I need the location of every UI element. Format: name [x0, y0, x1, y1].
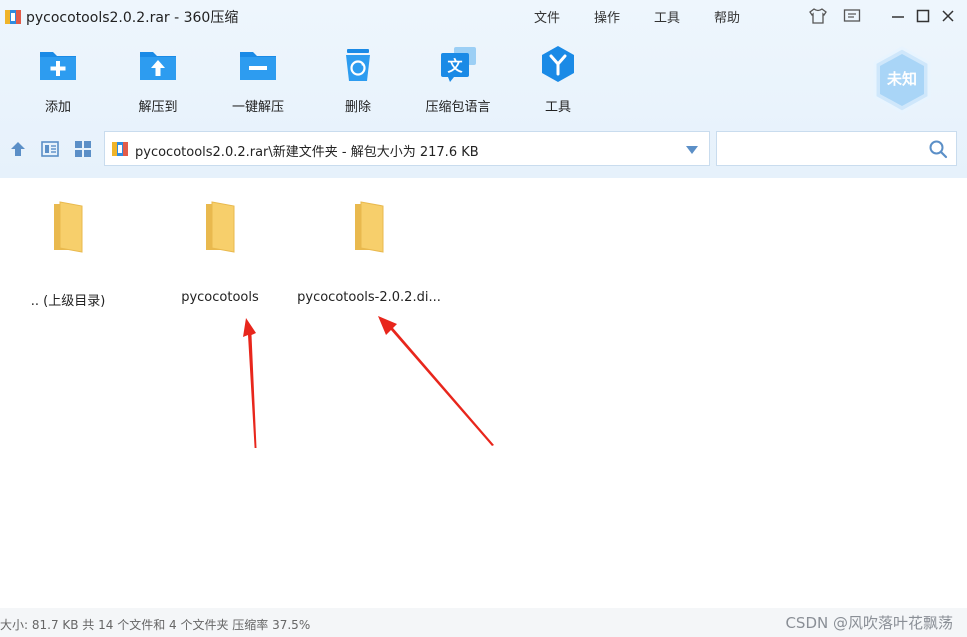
- close-icon[interactable]: [938, 6, 958, 26]
- extract-to-button[interactable]: 解压到: [113, 44, 203, 115]
- delete-label: 删除: [344, 100, 371, 115]
- add-button[interactable]: 添加: [13, 44, 103, 115]
- menu-help[interactable]: 帮助: [714, 7, 740, 26]
- folder-icon: [54, 201, 83, 253]
- list-item[interactable]: pycocotools-2.0.2.di...: [294, 200, 444, 305]
- address-path: pycocotools2.0.2.rar\新建文件夹 - 解包大小为 217.6…: [135, 145, 479, 160]
- one-click-extract-icon: [240, 52, 276, 80]
- search-box[interactable]: [716, 131, 957, 166]
- folder-icon: [355, 201, 384, 253]
- menu-file[interactable]: 文件: [534, 7, 560, 26]
- archive-language-label: 压缩包语言: [425, 100, 491, 115]
- chevron-down-icon[interactable]: [685, 145, 699, 155]
- address-bar[interactable]: pycocotools2.0.2.rar\新建文件夹 - 解包大小为 217.6…: [104, 131, 710, 166]
- detail-view-icon[interactable]: [40, 139, 60, 159]
- rar-file-icon: [112, 142, 128, 156]
- tools-button[interactable]: 工具: [513, 44, 603, 115]
- search-input[interactable]: [723, 138, 919, 160]
- annotation-arrow: [243, 318, 257, 448]
- add-label: 添加: [44, 100, 71, 115]
- delete-icon: [346, 49, 370, 81]
- status-text: 大小: 81.7 KB 共 14 个文件和 4 个文件夹 压缩率 37.5%: [0, 618, 311, 632]
- svg-text:文: 文: [447, 57, 463, 75]
- maximize-icon[interactable]: [913, 6, 933, 26]
- badge-label: 未知: [886, 70, 917, 88]
- extract-to-icon: [140, 52, 176, 80]
- window-title: pycocotools2.0.2.rar - 360压缩: [26, 10, 239, 26]
- file-name: pycocotools: [181, 290, 259, 305]
- archive-language-button[interactable]: 文 压缩包语言: [413, 44, 503, 115]
- folder-icon: [206, 201, 235, 253]
- list-item[interactable]: .. (上级目录): [0, 200, 143, 309]
- unknown-badge[interactable]: 未知: [872, 46, 932, 114]
- one-click-extract-button[interactable]: 一键解压: [213, 44, 303, 115]
- status-bar: 大小: 81.7 KB 共 14 个文件和 4 个文件夹 压缩率 37.5% C…: [0, 608, 967, 637]
- archive-language-icon: 文: [441, 47, 476, 82]
- tools-label: 工具: [544, 100, 571, 115]
- grid-view-icon[interactable]: [73, 139, 93, 159]
- one-click-extract-label: 一键解压: [231, 100, 284, 115]
- feedback-icon[interactable]: [842, 6, 862, 26]
- menu-tools[interactable]: 工具: [654, 7, 680, 26]
- tools-icon: [542, 46, 574, 82]
- list-item[interactable]: pycocotools: [145, 200, 295, 305]
- menu-operation[interactable]: 操作: [594, 7, 620, 26]
- file-name: .. (上级目录): [30, 294, 106, 309]
- search-icon[interactable]: [928, 139, 948, 159]
- archive-app-icon: [5, 10, 21, 24]
- extract-to-label: 解压到: [138, 100, 178, 115]
- annotation-arrow: [378, 316, 494, 446]
- file-name: pycocotools-2.0.2.di...: [297, 290, 441, 305]
- delete-button[interactable]: 删除: [313, 44, 403, 115]
- up-level-icon[interactable]: [8, 139, 28, 159]
- watermark: CSDN @风吹落叶花飘荡: [785, 614, 953, 632]
- skin-icon[interactable]: [808, 6, 828, 26]
- add-icon: [40, 52, 76, 80]
- minimize-icon[interactable]: [888, 6, 908, 26]
